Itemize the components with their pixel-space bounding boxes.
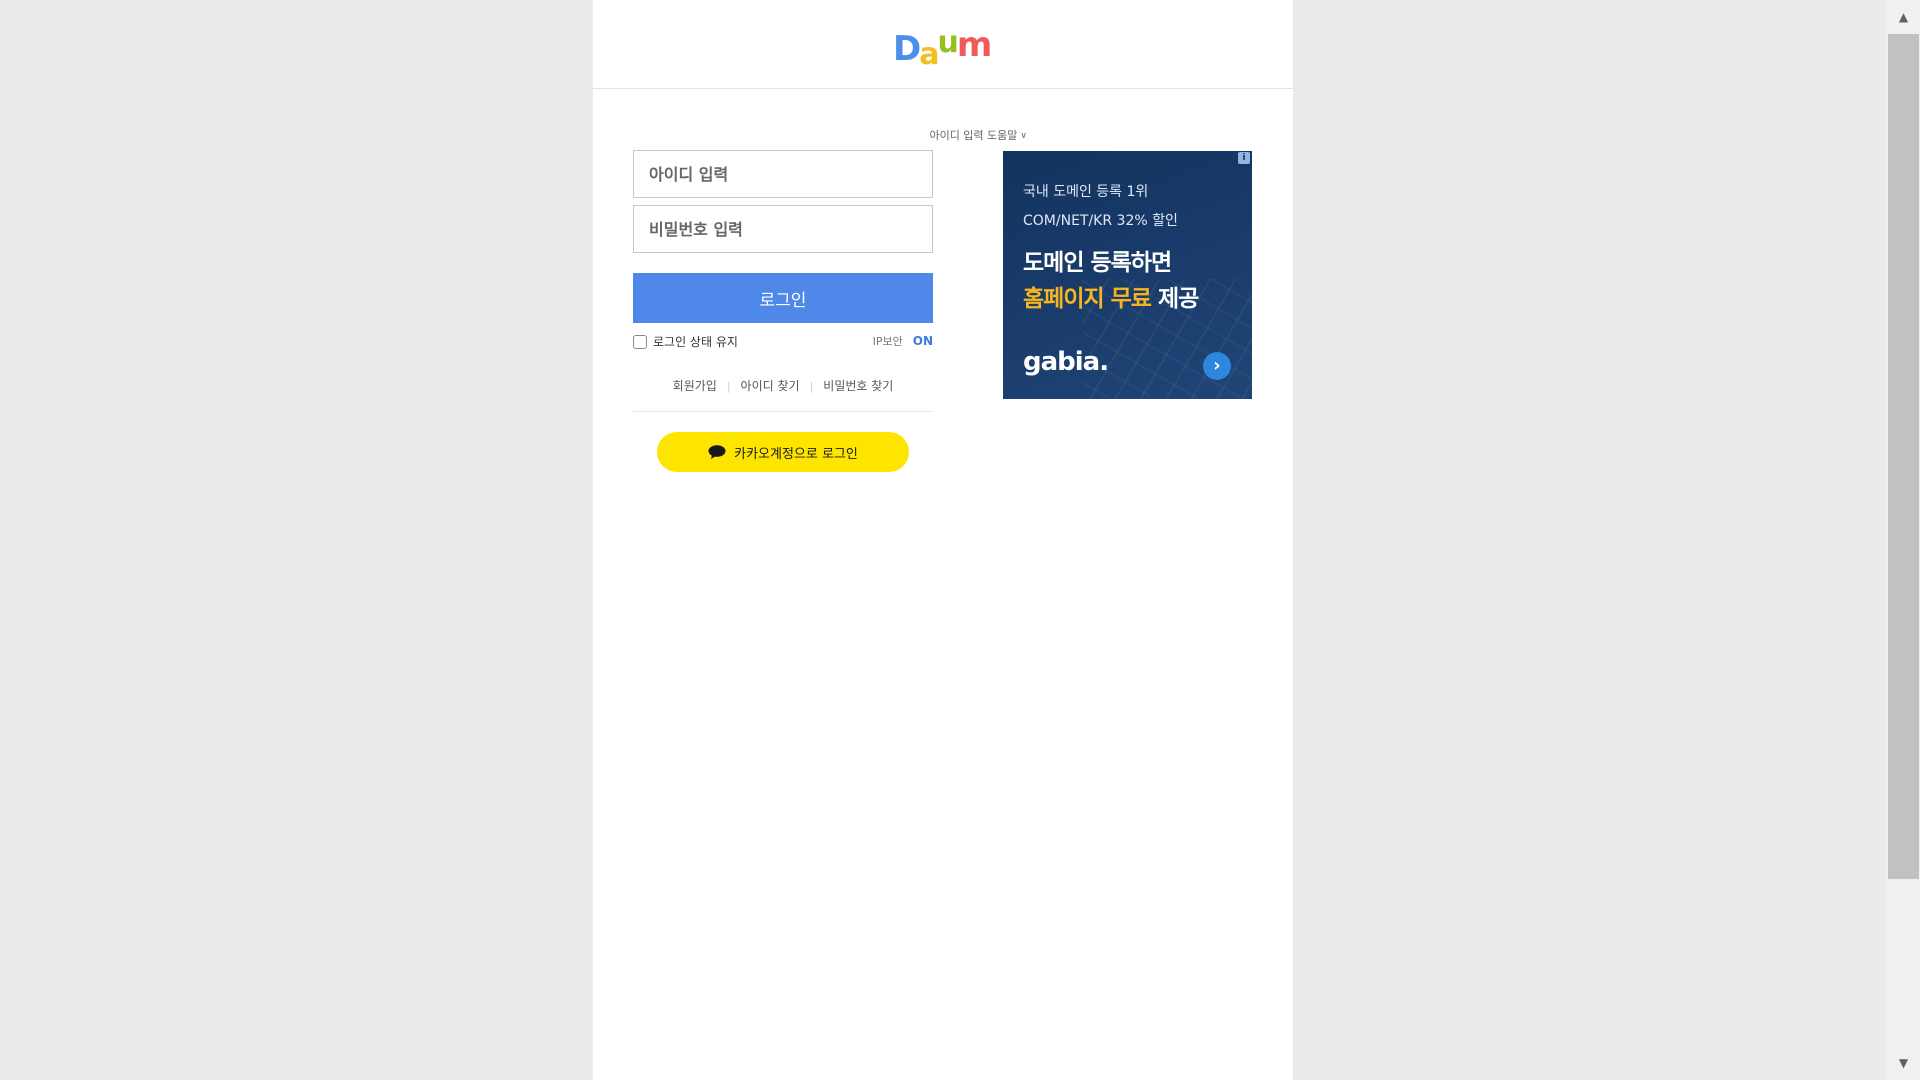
kakao-login-label: 카카오계정으로 로그인: [734, 446, 858, 462]
login-button[interactable]: 로그인: [633, 273, 933, 323]
header: D a u m: [593, 0, 1293, 89]
keep-login[interactable]: 로그인 상태 유지: [633, 333, 738, 350]
ad-subtitle-1: 국내 도메인 등록 1위: [1023, 184, 1149, 200]
id-input-help-link[interactable]: 아이디 입력 도움말 ∨: [833, 127, 1027, 143]
ad-headline-2: 홈페이지 무료 제공: [1023, 279, 1199, 313]
ip-security: IP보안 ON: [833, 333, 933, 349]
scroll-down-icon[interactable]: ▼: [1887, 1048, 1920, 1078]
gabia-ad-banner[interactable]: i 국내 도메인 등록 1위 COM/NET/KR 32% 할인 도메인 등록하…: [1003, 151, 1252, 399]
vertical-scrollbar[interactable]: ▲ ▼: [1887, 0, 1920, 1080]
chevron-right-icon[interactable]: ›: [1203, 352, 1231, 380]
ad-headline-rest: 제공: [1150, 286, 1199, 312]
password-input[interactable]: [633, 205, 933, 253]
logo-letter-a: a: [919, 37, 939, 72]
help-link-label: 아이디 입력 도움말: [929, 129, 1018, 142]
gabia-logo: gabia.: [1023, 347, 1109, 377]
scroll-up-icon[interactable]: ▲: [1887, 2, 1920, 32]
speech-bubble-icon: [708, 445, 726, 459]
keep-login-checkbox[interactable]: [633, 334, 647, 349]
ip-security-toggle[interactable]: ON: [913, 334, 933, 348]
ip-security-label: IP보안: [872, 335, 903, 348]
link-separator: |: [809, 380, 814, 393]
find-password-link[interactable]: 비밀번호 찾기: [823, 379, 893, 393]
browser-viewport: D a u m 아이디 입력 도움말∨ 로그인 로그인 상태 유지 IP보안 ON…: [0, 0, 1887, 1080]
ad-info-icon[interactable]: i: [1238, 152, 1250, 164]
logo-letter-d: D: [893, 29, 921, 69]
logo-letter-u: u: [937, 25, 958, 60]
find-id-link[interactable]: 아이디 찾기: [741, 379, 800, 393]
ad-headline-1: 도메인 등록하면: [1023, 250, 1172, 276]
keep-login-label: 로그인 상태 유지: [653, 335, 738, 349]
daum-logo[interactable]: D a u m: [893, 25, 993, 70]
kakao-login-button[interactable]: 카카오계정으로 로그인: [657, 432, 909, 472]
logo-letter-m: m: [956, 25, 992, 65]
ad-headline-highlight: 홈페이지 무료: [1023, 286, 1152, 312]
account-links: 회원가입 | 아이디 찾기 | 비밀번호 찾기: [633, 377, 933, 394]
link-separator: |: [726, 380, 731, 393]
ad-subtitle-2: COM/NET/KR 32% 할인: [1023, 213, 1178, 229]
divider: [633, 411, 933, 412]
login-page: D a u m 아이디 입력 도움말∨ 로그인 로그인 상태 유지 IP보안 ON…: [593, 0, 1293, 1080]
signup-link[interactable]: 회원가입: [673, 379, 717, 393]
id-input[interactable]: [633, 150, 933, 198]
chevron-down-icon: ∨: [1020, 131, 1027, 141]
scrollbar-thumb[interactable]: [1888, 34, 1919, 879]
